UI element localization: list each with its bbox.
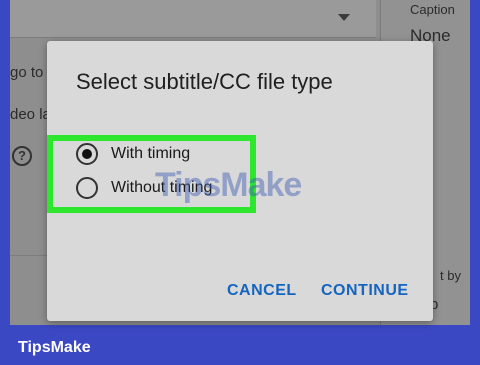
dialog-title: Select subtitle/CC file type [76,69,333,94]
radio-selected-dot [82,149,92,159]
background-partial-text-2: deo la [10,106,51,123]
radio-without-timing[interactable] [76,177,98,199]
subtitle-type-dialog: Select subtitle/CC file type With timing… [47,41,433,321]
chevron-down-icon [338,14,350,21]
background-dropdown [10,0,376,38]
background-partial-text-3: t by [440,268,461,283]
option-label-with-timing[interactable]: With timing [111,145,190,163]
cancel-button[interactable]: CANCEL [227,282,297,300]
background-partial-text: go to [10,64,44,81]
continue-button[interactable]: CONTINUE [321,282,409,300]
radio-with-timing[interactable] [76,143,98,165]
caption-label: Caption [410,2,455,17]
brand-logo: TipsMake [18,339,91,356]
help-icon: ? [12,146,32,166]
option-label-without-timing[interactable]: Without timing [111,179,212,197]
